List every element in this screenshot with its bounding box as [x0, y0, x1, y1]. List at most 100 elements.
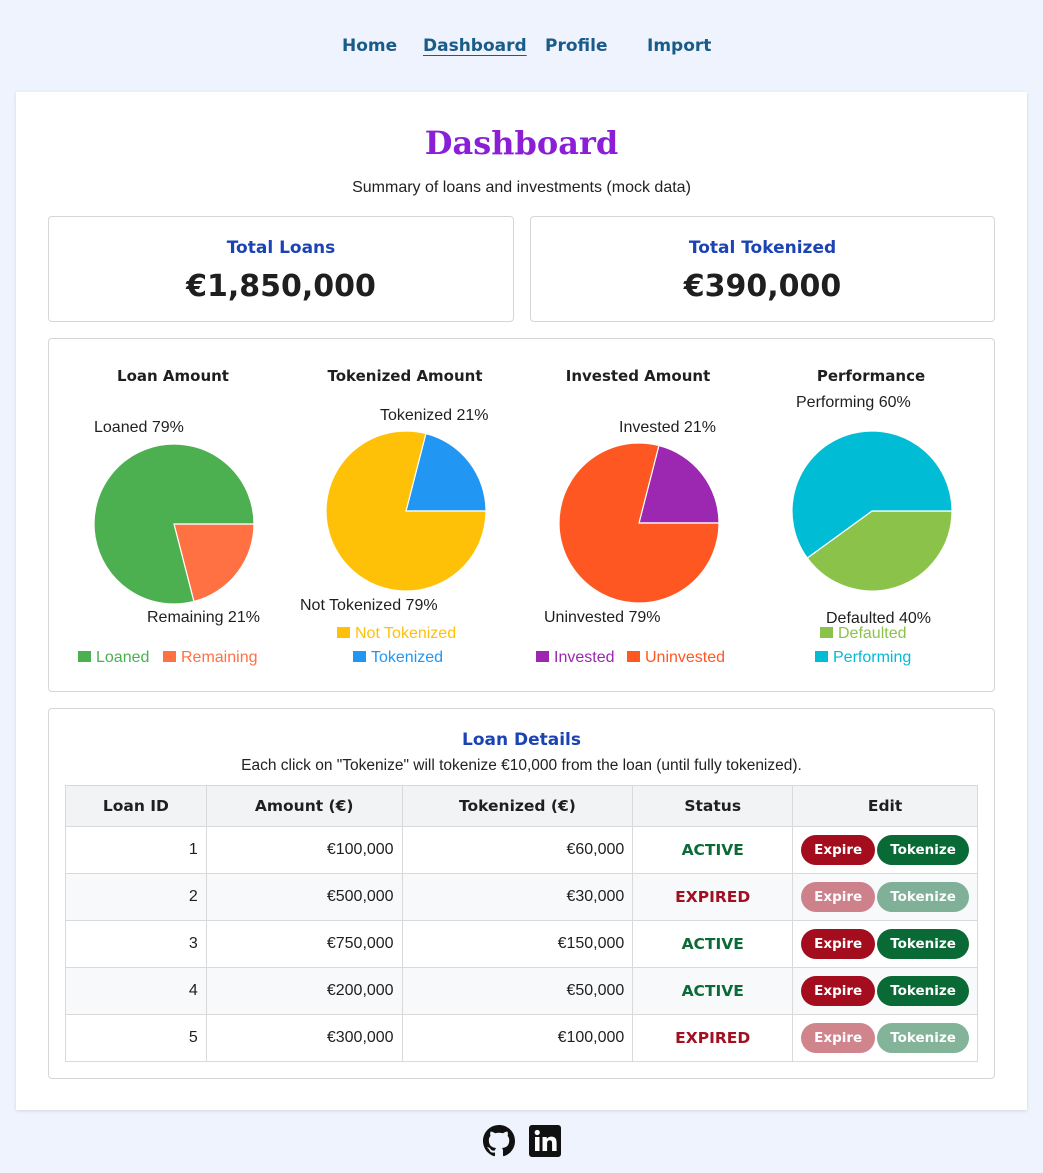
- page-subtitle: Summary of loans and investments (mock d…: [352, 179, 691, 196]
- edit-cell: Expire Tokenize: [792, 1014, 978, 1062]
- loan-details-card: Loan Details Each click on "Tokenize" wi…: [48, 708, 995, 1079]
- expire-button-disabled: Expire: [801, 1023, 876, 1053]
- nav-import[interactable]: Import: [647, 36, 711, 56]
- table-row: 5 €300,000 €100,000 EXPIRED Expire Tokeni…: [65, 1014, 978, 1062]
- legend-swatch: [536, 651, 549, 662]
- nav-dashboard[interactable]: Dashboard: [423, 36, 527, 56]
- nav-profile[interactable]: Profile: [545, 36, 607, 56]
- legend-swatch: [163, 651, 176, 662]
- status-cell: ACTIVE: [632, 920, 794, 968]
- charts-card: Loan Amount Loaned 79% Remaining 21% Loa…: [48, 338, 995, 692]
- tokenized-cell: €50,000: [401, 967, 634, 1015]
- tokenized-cell: €100,000: [401, 1014, 634, 1062]
- legend-tokenized[interactable]: Tokenized: [353, 649, 443, 667]
- loan-amount-pie: [93, 443, 255, 605]
- total-loans-card: Total Loans €1,850,000: [48, 216, 514, 322]
- table-row: 1 €100,000 €60,000 ACTIVE Expire Tokenize: [65, 826, 978, 874]
- slice-label-loaned: Loaned 79%: [94, 419, 184, 436]
- expire-button[interactable]: Expire: [801, 835, 876, 865]
- table-header-row: Loan ID Amount (€) Tokenized (€) Status …: [65, 785, 978, 827]
- status-cell: EXPIRED: [632, 873, 794, 921]
- legend-label: Defaulted: [838, 625, 907, 642]
- legend-label: Remaining: [181, 649, 258, 666]
- slice-label-invested: Invested 21%: [619, 419, 716, 436]
- legend-loaned[interactable]: Loaned: [78, 649, 149, 667]
- expire-button[interactable]: Expire: [801, 976, 876, 1006]
- legend-swatch: [820, 627, 833, 638]
- expire-button[interactable]: Expire: [801, 929, 876, 959]
- tokenized-cell: €60,000: [401, 826, 634, 874]
- edit-cell: Expire Tokenize: [792, 873, 978, 921]
- table-row: 4 €200,000 €50,000 ACTIVE Expire Tokenize: [65, 967, 978, 1015]
- tokenized-amount-chart: Tokenized Amount Tokenized 21% Not Token…: [289, 339, 521, 689]
- legend-remaining[interactable]: Remaining: [163, 649, 257, 667]
- legend-uninvested[interactable]: Uninvested: [627, 649, 725, 667]
- slice-label-performing: Performing 60%: [796, 394, 911, 411]
- legend-label: Loaned: [96, 649, 150, 666]
- slice-label-not-tokenized: Not Tokenized 79%: [300, 597, 438, 614]
- tokenize-button-disabled: Tokenize: [877, 882, 969, 912]
- loan-table: Loan ID Amount (€) Tokenized (€) Status …: [65, 785, 978, 1062]
- page-title: Dashboard: [424, 124, 619, 162]
- amount-cell: €750,000: [205, 920, 403, 968]
- slice-label-uninvested: Uninvested 79%: [544, 609, 661, 626]
- slice-label-tokenized: Tokenized 21%: [380, 407, 489, 424]
- linkedin-icon[interactable]: [529, 1125, 561, 1157]
- invested-amount-chart: Invested Amount Invested 21% Uninvested …: [522, 339, 754, 689]
- column-header-edit: Edit: [792, 785, 978, 827]
- amount-cell: €300,000: [205, 1014, 403, 1062]
- legend-swatch: [78, 651, 91, 662]
- legend-invested[interactable]: Invested: [536, 649, 614, 667]
- nav-home[interactable]: Home: [342, 36, 397, 56]
- column-header-loan-id: Loan ID: [65, 785, 207, 827]
- performance-chart: Performance Performing 60% Defaulted 40%…: [755, 339, 987, 689]
- tokenized-cell: €150,000: [401, 920, 634, 968]
- total-tokenized-card: Total Tokenized €390,000: [530, 216, 995, 322]
- loan-amount-chart: Loan Amount Loaned 79% Remaining 21% Loa…: [57, 339, 289, 689]
- column-header-tokenized: Tokenized (€): [401, 785, 634, 827]
- legend-swatch: [337, 627, 350, 638]
- loan-details-note: Each click on "Tokenize" will tokenize €…: [241, 757, 802, 774]
- total-loans-label: Total Loans: [226, 238, 336, 258]
- loan-id-cell: 4: [65, 967, 207, 1015]
- legend-label: Tokenized: [371, 649, 444, 666]
- slice-label-remaining: Remaining 21%: [147, 609, 260, 626]
- legend-label: Uninvested: [645, 649, 726, 666]
- amount-cell: €200,000: [205, 967, 403, 1015]
- total-tokenized-value: €390,000: [683, 269, 842, 304]
- edit-cell: Expire Tokenize: [792, 920, 978, 968]
- legend-swatch: [353, 651, 366, 662]
- loan-id-cell: 3: [65, 920, 207, 968]
- loan-details-title: Loan Details: [461, 730, 582, 750]
- tokenize-button[interactable]: Tokenize: [877, 976, 969, 1006]
- column-header-amount: Amount (€): [205, 785, 403, 827]
- total-tokenized-label: Total Tokenized: [688, 238, 837, 258]
- edit-cell: Expire Tokenize: [792, 967, 978, 1015]
- expire-button-disabled: Expire: [801, 882, 876, 912]
- tokenize-button[interactable]: Tokenize: [877, 835, 969, 865]
- status-cell: ACTIVE: [632, 967, 794, 1015]
- legend-defaulted[interactable]: Defaulted: [820, 625, 907, 643]
- tokenized-cell: €30,000: [401, 873, 634, 921]
- loan-id-cell: 5: [65, 1014, 207, 1062]
- amount-cell: €500,000: [205, 873, 403, 921]
- legend-label: Performing: [833, 649, 912, 666]
- legend-not-tokenized[interactable]: Not Tokenized: [337, 625, 456, 643]
- table-row: 2 €500,000 €30,000 EXPIRED Expire Tokeniz…: [65, 873, 978, 921]
- status-cell: EXPIRED: [632, 1014, 794, 1062]
- tokenize-button[interactable]: Tokenize: [877, 929, 969, 959]
- status-cell: ACTIVE: [632, 826, 794, 874]
- column-header-status: Status: [632, 785, 794, 827]
- amount-cell: €100,000: [205, 826, 403, 874]
- loan-id-cell: 1: [65, 826, 207, 874]
- tokenize-button-disabled: Tokenize: [877, 1023, 969, 1053]
- invested-amount-pie: [558, 442, 720, 604]
- github-icon[interactable]: [483, 1125, 515, 1157]
- top-nav: Home Dashboard Profile Import: [0, 36, 1043, 60]
- total-loans-value: €1,850,000: [186, 269, 376, 304]
- legend-performing[interactable]: Performing: [815, 649, 911, 667]
- legend-swatch: [627, 651, 640, 662]
- table-row: 3 €750,000 €150,000 ACTIVE Expire Tokeniz…: [65, 920, 978, 968]
- legend-swatch: [815, 651, 828, 662]
- loan-id-cell: 2: [65, 873, 207, 921]
